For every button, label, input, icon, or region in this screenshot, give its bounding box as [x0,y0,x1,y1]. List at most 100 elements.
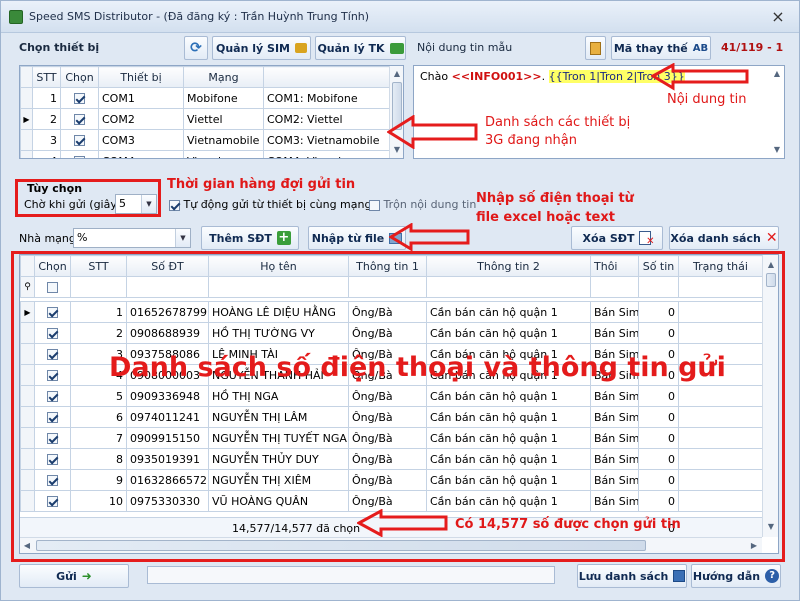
sim-manage-button[interactable]: Quản lý SIM [212,36,311,60]
filter-cell[interactable] [208,276,349,298]
close-button[interactable]: × [769,8,787,26]
contact-stt: 8 [70,448,127,470]
contacts-hscrollbar[interactable]: ◀ ▶ [20,537,762,553]
network-chevron-icon[interactable]: ▼ [175,229,190,247]
table-row[interactable]: 7 0909915150 NGUYỄN THỊ TUYẾT NGA Ông/Bà Cần… [20,427,763,449]
filter-cell[interactable] [70,276,127,298]
chevron-down-icon[interactable]: ▼ [141,195,156,213]
contacts-col-info3[interactable]: Thôi [590,255,639,277]
filter-cell[interactable] [126,276,209,298]
contact-checkbox[interactable] [47,370,58,381]
device-row[interactable]: 4 COM4VinaphoneCOM4: Vinaphone [20,150,391,158]
contacts-scroll-up-icon[interactable]: ▲ [765,259,777,271]
contact-select-cell[interactable] [34,301,71,323]
contacts-col-status[interactable]: Trạng thái [678,255,763,277]
wait-select[interactable]: 5 ▼ [115,194,157,214]
contact-select-cell[interactable] [34,364,71,386]
template-scroll-down-icon[interactable]: ▼ [771,144,783,156]
filter-cell[interactable] [678,276,763,298]
template-scroll-up-icon[interactable]: ▲ [771,68,783,80]
template-vscrollbar[interactable]: ▲ ▼ [770,66,784,158]
contacts-col-name[interactable]: Họ tên [208,255,349,277]
template-doc-button[interactable] [585,36,606,60]
contacts-col-stt[interactable]: STT [70,255,127,277]
contact-checkbox[interactable] [47,412,58,423]
save-list-button[interactable]: Lưu danh sách [577,564,687,588]
device-col-desc[interactable] [263,66,391,88]
device-row[interactable]: 1 COM1 Mobifone COM1: Mobifone [20,87,391,109]
mix-content-option[interactable]: Trộn nội dung tin [369,198,476,211]
help-button[interactable]: Hướng dẫn ? [691,564,781,588]
contact-checkbox[interactable] [47,454,58,465]
contact-select-cell[interactable] [34,385,71,407]
device-select-cell[interactable] [60,150,99,158]
contact-info2: Cần bán căn hộ quận 1 [426,448,591,470]
device-select-cell[interactable] [60,129,99,151]
device-col-stt[interactable]: STT [32,66,61,88]
row-indicator [20,448,35,470]
delete-list-button[interactable]: Xóa danh sách ✕ [669,226,779,250]
delete-phone-button[interactable]: Xóa SĐT ✕ [571,226,663,250]
table-row[interactable]: 8 0935019391 NGUYỄN THỦY DUY Ông/Bà Cần bán … [20,448,763,470]
v-scroll-thumb[interactable] [766,273,776,287]
table-row[interactable]: 9 01632866572 NGUYỄN THỊ XIÊM Ông/Bà Cần bán… [20,469,763,491]
filter-cell[interactable] [590,276,639,298]
filter-cell[interactable] [348,276,427,298]
device-select-cell[interactable] [60,87,99,109]
add-phone-button[interactable]: Thêm SĐT + [201,226,299,250]
table-row[interactable]: ▶ 1 01652678799 HOÀNG LÊ DIỆU HẰNG Ông/Bà Cần… [20,301,763,323]
device-checkbox[interactable] [74,114,85,125]
contact-checkbox[interactable] [47,328,58,339]
network-select[interactable]: % ▼ [73,228,191,248]
contact-checkbox[interactable] [47,475,58,486]
table-row[interactable]: 5 0909336948 HỒ THỊ NGA Ông/Bà Cần bán căn h… [20,385,763,407]
device-col-select[interactable]: Chọn [60,66,99,88]
contact-select-cell[interactable] [34,469,71,491]
contact-info3: Bán Sim [590,322,639,344]
contact-select-cell[interactable] [34,322,71,344]
network-label: Nhà mạng [19,232,76,245]
device-col-network[interactable]: Mạng [183,66,264,88]
contacts-col-select[interactable]: Chọn [34,255,71,277]
auto-send-option[interactable]: Tự động gửi từ thiết bị cùng mạng [169,198,371,211]
contact-checkbox[interactable] [47,433,58,444]
scroll-left-icon[interactable]: ◀ [21,540,33,552]
contacts-col-info2[interactable]: Thông tin 2 [426,255,591,277]
filter-select-all[interactable] [34,276,71,298]
device-row[interactable]: 3 COM3 Vietnamobile COM3: Vietnamobile [20,129,391,151]
contact-select-cell[interactable] [34,406,71,428]
select-all-checkbox[interactable] [47,282,58,293]
contacts-col-info1[interactable]: Thông tin 1 [348,255,427,277]
device-col-device[interactable]: Thiết bị [98,66,184,88]
filter-cell[interactable] [426,276,591,298]
send-button[interactable]: Gửi ➜ [19,564,129,588]
table-row[interactable]: 6 0974011241 NGUYỄN THỊ LÂM Ông/Bà Cần bán c… [20,406,763,428]
device-checkbox[interactable] [74,156,85,158]
auto-send-checkbox[interactable] [169,199,180,211]
scroll-right-icon[interactable]: ▶ [748,540,760,552]
contact-select-cell[interactable] [34,448,71,470]
contact-checkbox[interactable] [47,496,58,507]
contact-checkbox[interactable] [47,391,58,402]
contact-select-cell[interactable] [34,343,71,365]
device-select-cell[interactable] [60,108,99,130]
contacts-col-phone[interactable]: Số ĐT [126,255,209,277]
scroll-up-icon[interactable]: ▲ [391,68,403,80]
contacts-vscrollbar[interactable]: ▲ ▼ [762,255,778,537]
filter-cell[interactable] [638,276,679,298]
h-scroll-thumb[interactable] [36,540,646,551]
account-manage-button[interactable]: Quản lý TK [315,36,406,60]
contact-select-cell[interactable] [34,427,71,449]
contacts-scroll-down-icon[interactable]: ▼ [765,521,777,533]
device-checkbox[interactable] [74,93,85,104]
table-row[interactable]: 2 0908688939 HỒ THỊ TƯỜNG VY Ông/Bà Cần bán … [20,322,763,344]
device-row[interactable]: ▶ 2 COM2 Viettel COM2: Viettel [20,108,391,130]
replace-code-button[interactable]: Mã thay thế AB [611,36,711,60]
refresh-button[interactable]: ⟳ [184,36,208,60]
contact-checkbox[interactable] [47,307,58,318]
contacts-col-count[interactable]: Số tin [638,255,679,277]
contact-checkbox[interactable] [47,349,58,360]
mix-content-checkbox[interactable] [369,199,380,211]
device-checkbox[interactable] [74,135,85,146]
contact-select-cell[interactable] [34,490,71,512]
